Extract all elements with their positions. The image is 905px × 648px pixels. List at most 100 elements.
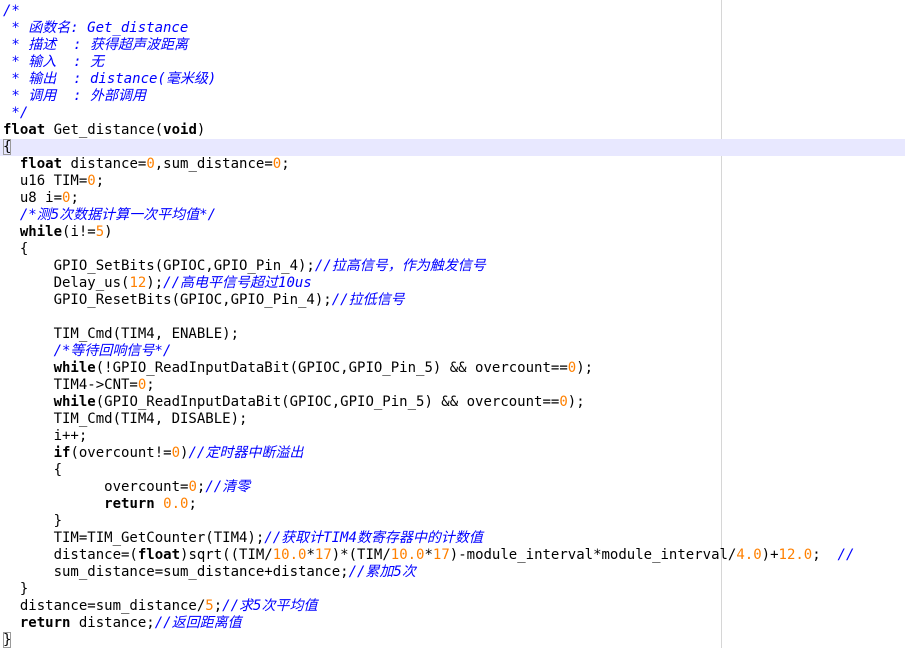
code-text: TIM=TIM_GetCounter(TIM4); — [3, 530, 265, 546]
code-line[interactable]: * 调用 : 外部调用 — [3, 88, 905, 105]
code-line[interactable] — [3, 309, 905, 326]
code-text: GPIO_SetBits(GPIOC,GPIO_Pin_4); — [3, 258, 315, 274]
code-line[interactable]: float distance=0,sum_distance=0; — [3, 156, 905, 173]
keyword-token: while — [19, 224, 63, 240]
number-token: 0.0 — [163, 496, 189, 512]
code-text: TIM_Cmd(TIM4, ENABLE); — [3, 326, 240, 342]
code-text: ; — [213, 598, 223, 614]
code-line[interactable]: u16 TIM=0; — [3, 173, 905, 190]
code-text: distance= — [62, 156, 147, 172]
number-token: 0 — [171, 445, 181, 461]
code-line[interactable]: { — [0, 139, 905, 156]
comment-token: /* — [3, 3, 20, 19]
code-line[interactable]: } — [3, 513, 905, 530]
code-line[interactable]: } — [3, 581, 905, 598]
code-text: distance=sum_distance/ — [3, 598, 206, 614]
code-line[interactable]: distance=sum_distance/5;//求5次平均值 — [3, 598, 905, 615]
code-line[interactable]: { — [3, 462, 905, 479]
code-text: ; — [188, 496, 197, 512]
keyword-token: float — [3, 122, 46, 138]
code-text: u8 i= — [3, 190, 63, 206]
code-text: ) — [196, 122, 206, 138]
code-line[interactable]: TIM=TIM_GetCounter(TIM4);//获取计TIM4数寄存器中的… — [3, 530, 905, 547]
code-line[interactable]: sum_distance=sum_distance+distance;//累加5… — [3, 564, 905, 581]
code-line[interactable]: overcount=0;//清零 — [3, 479, 905, 496]
code-line[interactable]: TIM_Cmd(TIM4, DISABLE); — [3, 411, 905, 428]
code-text: { — [3, 462, 63, 478]
number-token: 12 — [129, 275, 147, 291]
code-line[interactable]: i++; — [3, 428, 905, 445]
code-text: ; — [70, 190, 79, 206]
code-line[interactable]: TIM4->CNT=0; — [3, 377, 905, 394]
comment-token: //高电平信号超过10us — [163, 275, 312, 291]
code-line[interactable]: GPIO_SetBits(GPIOC,GPIO_Pin_4);//拉高信号，作为… — [3, 258, 905, 275]
code-line[interactable]: while(GPIO_ReadInputDataBit(GPIOC,GPIO_P… — [3, 394, 905, 411]
code-line[interactable]: while(i!=5) — [3, 224, 905, 241]
code-text: ; — [95, 173, 105, 189]
code-line[interactable]: Delay_us(12);//高电平信号超过10us — [3, 275, 905, 292]
code-text: sum_distance=sum_distance+distance; — [3, 564, 349, 580]
comment-token: //返回距离值 — [154, 615, 242, 631]
keyword-token: while — [53, 360, 96, 376]
code-line[interactable]: /* — [3, 3, 905, 20]
code-text: TIM_Cmd(TIM4, DISABLE); — [3, 411, 248, 427]
keyword-token: if — [53, 445, 71, 461]
code-text: )*(TIM/ — [331, 547, 391, 563]
code-line[interactable]: * 输入 : 无 — [3, 54, 905, 71]
number-token: 0 — [567, 360, 577, 376]
keyword-token: return — [19, 615, 71, 631]
code-line[interactable]: u8 i=0; — [3, 190, 905, 207]
brace-token: } — [3, 632, 12, 648]
code-line[interactable]: while(!GPIO_ReadInputDataBit(GPIOC,GPIO_… — [3, 360, 905, 377]
number-token: 17 — [314, 547, 332, 563]
code-line[interactable]: */ — [3, 105, 905, 122]
code-area[interactable]: /* * 函数名: Get_distance * 描述 : 获得超声波距离 * … — [0, 3, 905, 648]
code-line[interactable]: distance=(float)sqrt((TIM/10.0*17)*(TIM/… — [3, 547, 905, 564]
code-line[interactable]: TIM_Cmd(TIM4, ENABLE); — [3, 326, 905, 343]
code-text: (GPIO_ReadInputDataBit(GPIOC,GPIO_Pin_5)… — [95, 394, 560, 410]
code-line[interactable]: /*等待回响信号*/ — [3, 343, 905, 360]
number-token: 12.0 — [778, 547, 813, 563]
code-line[interactable]: return 0.0; — [3, 496, 905, 513]
code-editor[interactable]: /* * 函数名: Get_distance * 描述 : 获得超声波距离 * … — [0, 0, 905, 648]
code-line[interactable]: * 输出 : distance(毫米级) — [3, 71, 905, 88]
code-text: )+ — [761, 547, 779, 563]
comment-token: /*等待回响信号*/ — [53, 343, 172, 359]
code-text: ) — [104, 224, 113, 240]
comment-token: //拉高信号，作为触发信号 — [314, 258, 486, 274]
code-text: TIM4->CNT= — [3, 377, 138, 393]
code-text: GPIO_ResetBits(GPIOC,GPIO_Pin_4); — [3, 292, 332, 308]
code-line[interactable]: } — [3, 632, 905, 648]
comment-token: * 描述 : 获得超声波距离 — [3, 37, 189, 53]
code-text: { — [3, 241, 29, 257]
code-line[interactable]: /*测5次数据计算一次平均值*/ — [3, 207, 905, 224]
code-text: )sqrt((TIM/ — [180, 547, 273, 563]
code-text: ,sum_distance= — [154, 156, 273, 172]
comment-token: /*测5次数据计算一次平均值*/ — [19, 207, 217, 223]
keyword-token: float — [137, 547, 181, 563]
code-line[interactable]: float Get_distance(void) — [3, 122, 905, 139]
code-line[interactable]: * 描述 : 获得超声波距离 — [3, 37, 905, 54]
number-token: 10.0 — [272, 547, 307, 563]
code-line[interactable]: * 函数名: Get_distance — [3, 20, 905, 37]
comment-token: //获取计TIM4数寄存器中的计数值 — [264, 530, 483, 546]
code-text: ); — [567, 394, 585, 410]
code-line[interactable]: return distance;//返回距离值 — [3, 615, 905, 632]
code-line[interactable]: { — [3, 241, 905, 258]
keyword-token: return — [104, 496, 155, 512]
code-text: )-module_interval*module_interval/ — [449, 547, 737, 563]
number-token: 4.0 — [736, 547, 762, 563]
comment-token: //清零 — [205, 479, 251, 495]
number-token: 0 — [146, 156, 155, 172]
code-text: ); — [146, 275, 164, 291]
code-line[interactable]: GPIO_ResetBits(GPIOC,GPIO_Pin_4);//拉低信号 — [3, 292, 905, 309]
number-token: 0 — [559, 394, 568, 410]
keyword-token: while — [53, 394, 96, 410]
code-line[interactable]: if(overcount!=0)//定时器中断溢出 — [3, 445, 905, 462]
